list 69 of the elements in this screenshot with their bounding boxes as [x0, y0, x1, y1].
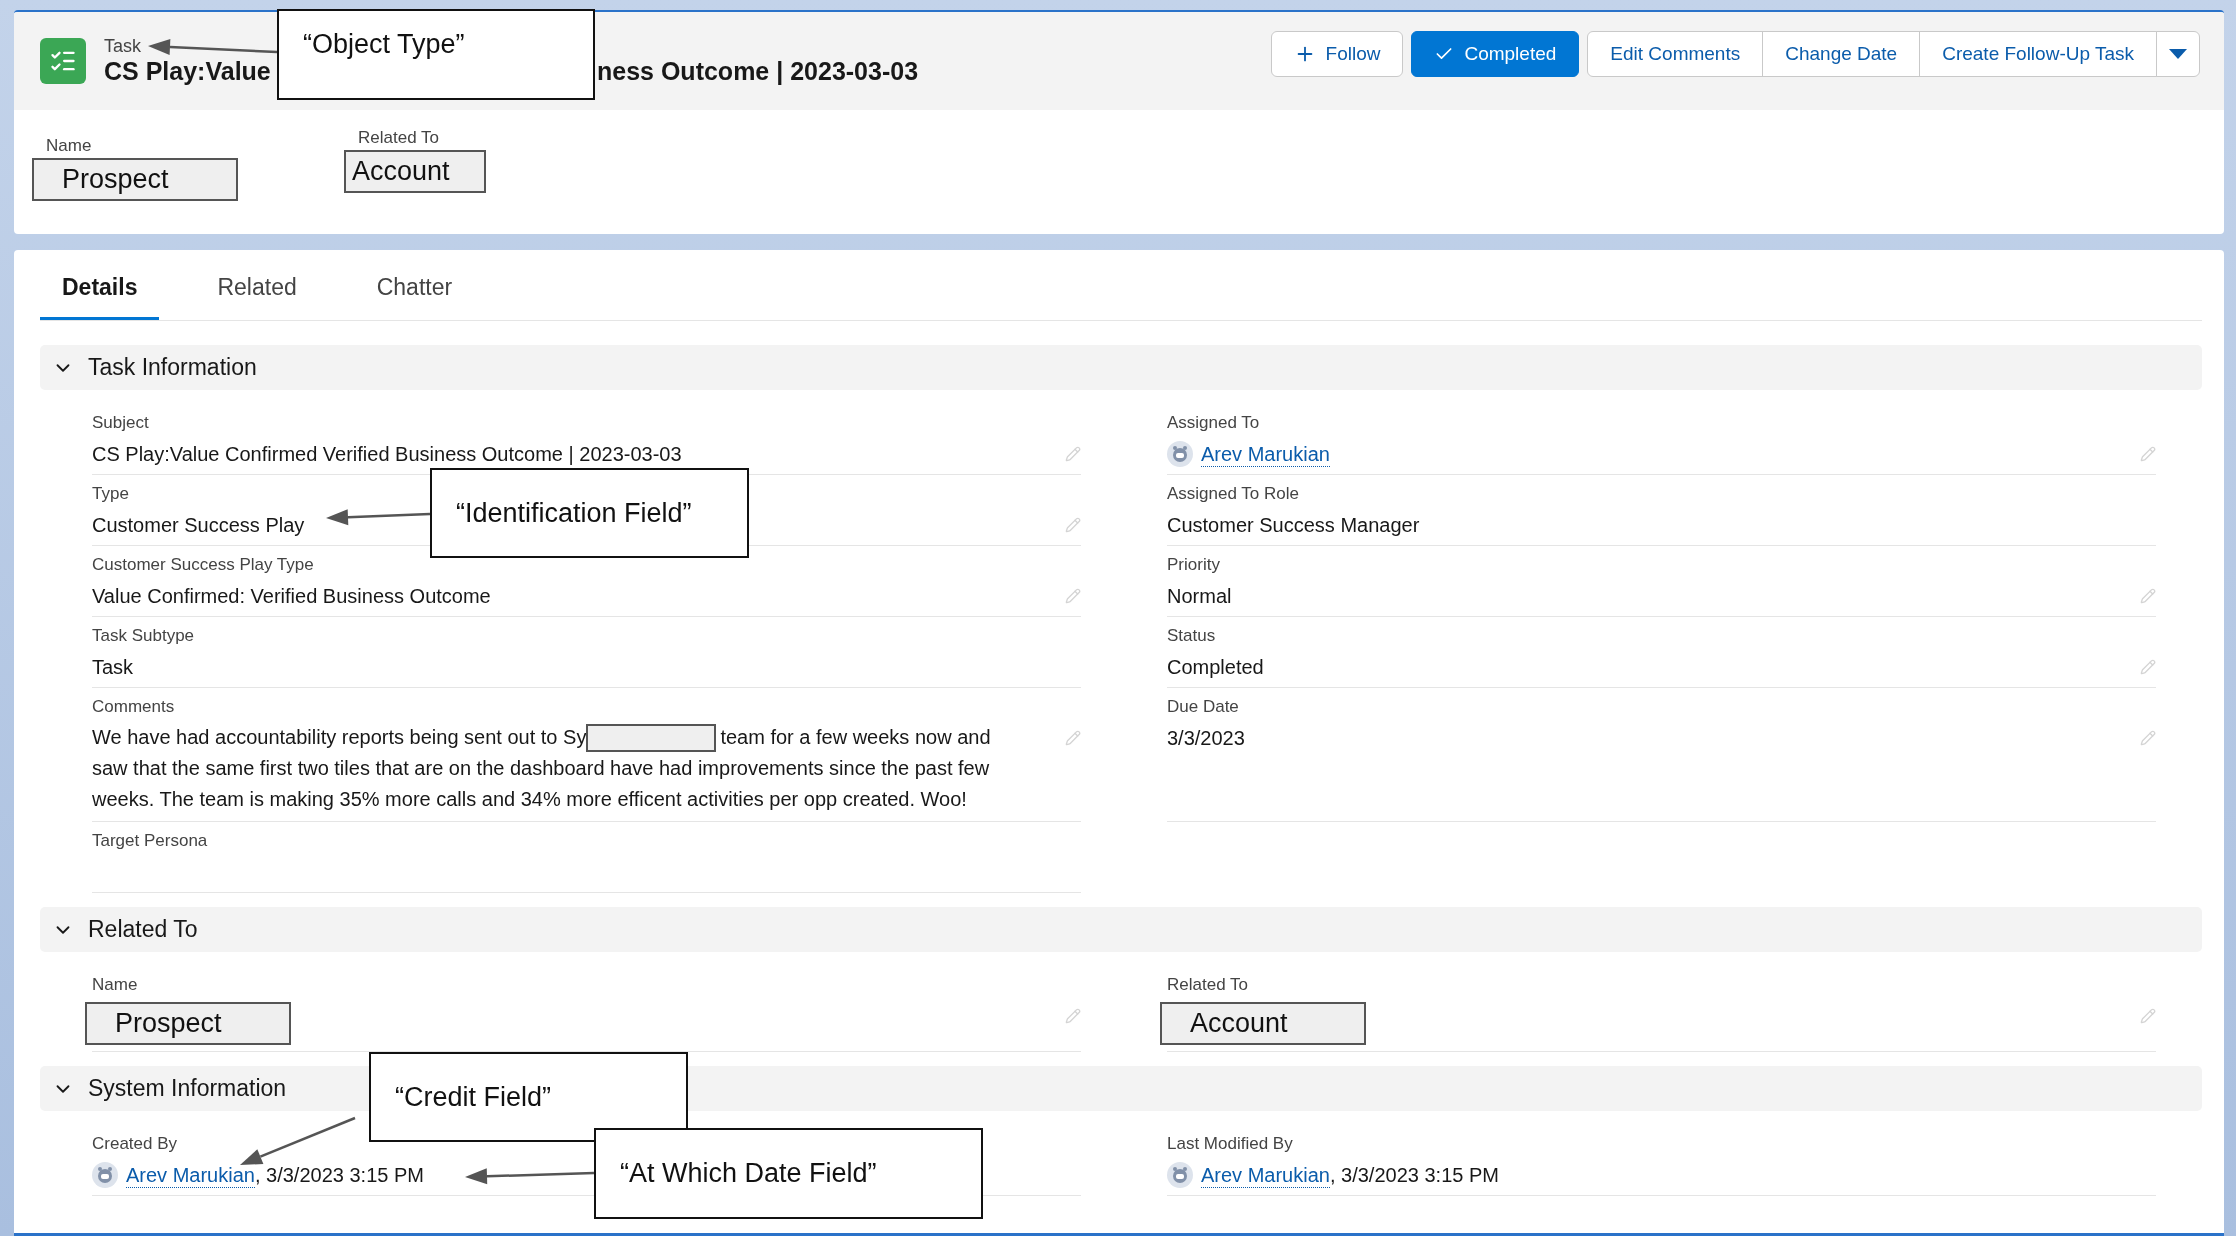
- more-actions-button[interactable]: [2156, 31, 2200, 77]
- action-button[interactable]: Change Date: [1762, 31, 1921, 77]
- field-label: Due Date: [1167, 696, 1239, 718]
- user-link[interactable]: Arev Marukian: [1201, 441, 1330, 467]
- edit-icon[interactable]: [1065, 1008, 1081, 1024]
- field-label: Comments: [92, 696, 175, 718]
- highlight-label: Name: [46, 136, 92, 156]
- field-label: Assigned To Role: [1167, 483, 1299, 505]
- edit-icon[interactable]: [1065, 446, 1081, 462]
- edit-icon[interactable]: [2140, 446, 2156, 462]
- avatar-icon: [92, 1162, 118, 1188]
- field-label: Customer Success Play Type: [92, 554, 314, 576]
- field-label: Priority: [1167, 554, 1220, 576]
- follow-button[interactable]: Follow: [1270, 31, 1404, 77]
- field-value: Normal: [1167, 584, 1232, 609]
- callout-box: “Object Type”: [277, 9, 595, 100]
- task-list-icon: [40, 38, 86, 84]
- field-value: Task: [92, 655, 134, 680]
- field-label: Created By: [92, 1133, 178, 1155]
- edit-icon[interactable]: [2140, 659, 2156, 675]
- annotation-label: Account: [344, 150, 486, 193]
- field-label: Task Subtype: [92, 625, 195, 647]
- avatar-icon: [1167, 1162, 1193, 1188]
- field-label: Type: [92, 483, 129, 505]
- comment-text: team for a few weeks now and: [720, 725, 991, 750]
- caret-icon: [2169, 48, 2187, 60]
- user-link[interactable]: Arev Marukian: [1201, 1162, 1330, 1188]
- field-label: Last Modified By: [1167, 1133, 1293, 1155]
- tab[interactable]: Chatter: [354, 260, 475, 320]
- callout-box: “Identification Field”: [430, 468, 749, 558]
- timestamp-text: , 3/3/2023 3:15 PM: [254, 1163, 424, 1187]
- annotation-label: Account: [1160, 1002, 1366, 1045]
- field-value: 3/3/2023: [1167, 726, 1245, 751]
- field-value: Completed: [1167, 655, 1264, 680]
- edit-icon[interactable]: [1065, 730, 1081, 746]
- highlight-label: Related To: [358, 128, 439, 148]
- edit-icon[interactable]: [2140, 730, 2156, 746]
- action-button[interactable]: Edit Comments: [1587, 31, 1764, 77]
- avatar-icon: [1167, 441, 1193, 467]
- record-title: CS Play:Value: [104, 57, 271, 86]
- action-button[interactable]: Create Follow-Up Task: [1919, 31, 2157, 77]
- field-value: CS Play:Value Confirmed Verified Business Outcome | 2023-03-03: [92, 442, 682, 467]
- field-value: Customer Success Play: [92, 513, 305, 538]
- edit-icon[interactable]: [2140, 588, 2156, 604]
- edit-icon[interactable]: [2140, 1008, 2156, 1024]
- tab[interactable]: Related: [195, 260, 319, 320]
- field-label: Name: [92, 974, 138, 996]
- callout-box: “At Which Date Field”: [594, 1128, 983, 1219]
- field-value: Value Confirmed: Verified Business Outcome: [92, 584, 491, 609]
- status-button[interactable]: Completed: [1411, 31, 1580, 77]
- comment-text: We have had accountability reports being sent out to Sy: [92, 725, 587, 750]
- callout-box: “Credit Field”: [369, 1052, 688, 1142]
- field-value: Customer Success Manager: [1167, 513, 1420, 538]
- section-header[interactable]: Task Information: [40, 345, 2202, 390]
- field-label: Assigned To: [1167, 412, 1260, 434]
- record-title: ness Outcome | 2023-03-03: [597, 57, 919, 86]
- timestamp-text: , 3/3/2023 3:15 PM: [1329, 1163, 1499, 1187]
- comment-text: saw that the same first two tiles that are on the dashboard have had improvements since the past few weeks. The team is making 35% more calls and 34% more efficent activities per opp created. Woo!: [92, 756, 991, 812]
- annotation-label: Prospect: [85, 1002, 291, 1045]
- section-header[interactable]: Related To: [40, 907, 2202, 952]
- field-label: Related To: [1167, 974, 1248, 996]
- edit-icon[interactable]: [1065, 517, 1081, 533]
- tab[interactable]: Details: [40, 260, 160, 320]
- edit-icon[interactable]: [1065, 588, 1081, 604]
- field-label: Status: [1167, 625, 1216, 647]
- object-type-label: Task: [104, 36, 141, 57]
- field-label: Target Persona: [92, 830, 208, 852]
- annotation-label: Prospect: [32, 158, 238, 201]
- field-label: Subject: [92, 412, 149, 434]
